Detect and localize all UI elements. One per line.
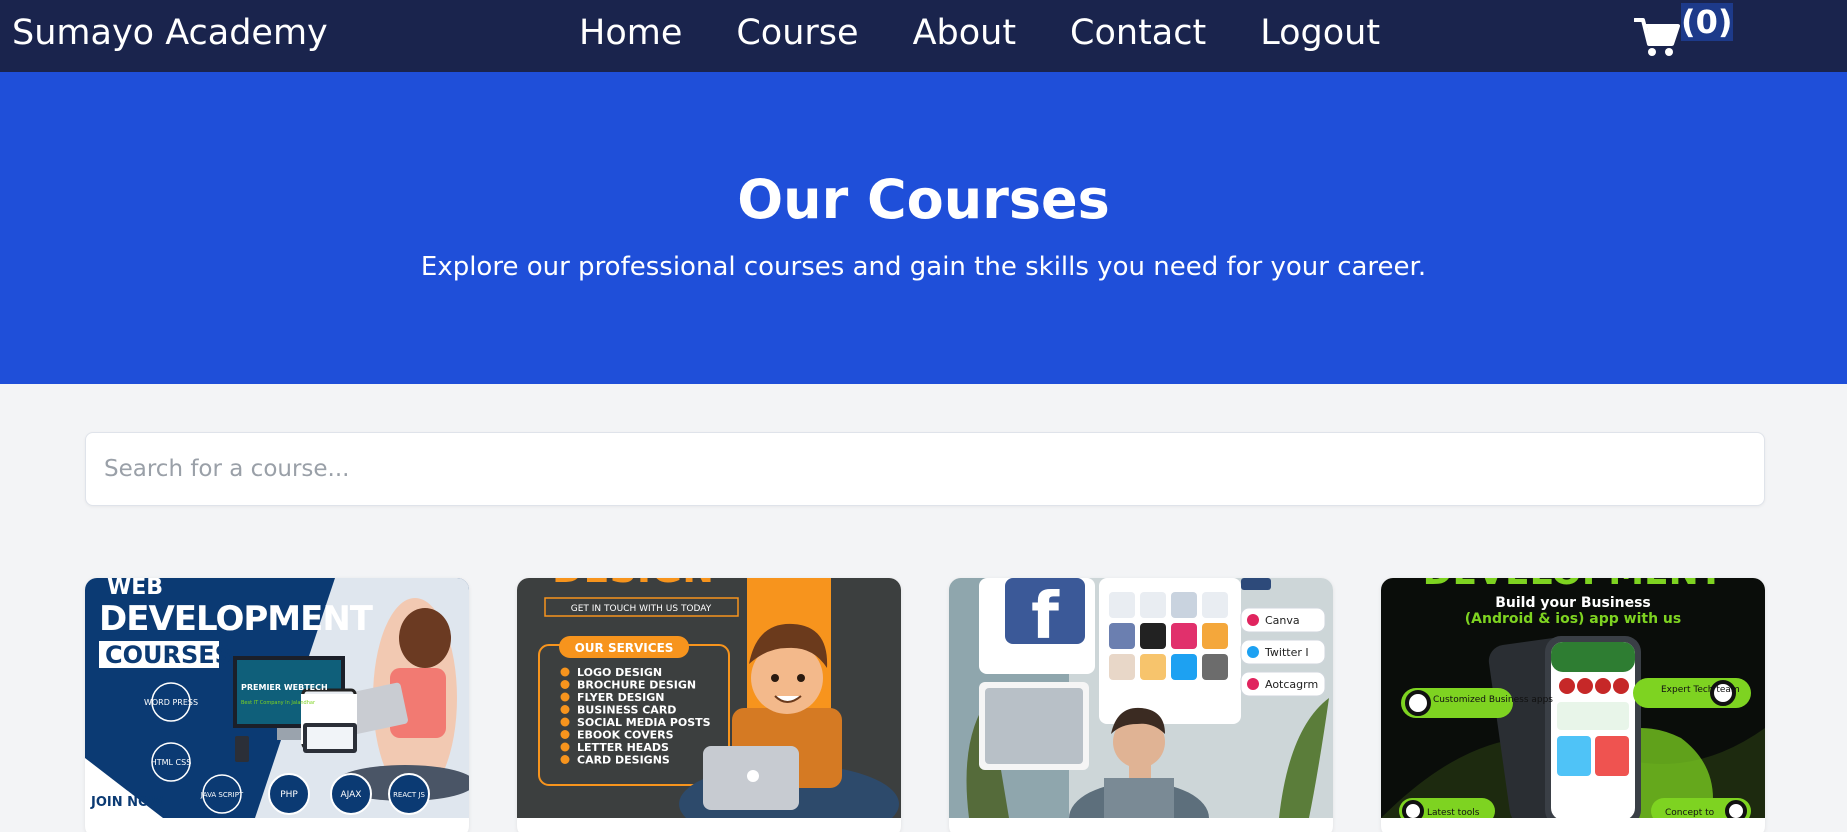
app-logo-icon [1247,614,1259,626]
app-pill-label: Canva [1265,614,1300,627]
course-image-social-media: f Canva Twitter I Aotcagrm [949,578,1333,818]
design-service-item: LOGO DESIGN [577,666,662,679]
main-nav: Home Course About Contact Logout [579,12,1380,54]
course-card-graphic-design[interactable]: DESIGN GET IN TOUCH WITH US TODAY OUR SE… [517,578,901,832]
design-course-services-title: OUR SERVICES [575,641,674,655]
web-course-badge-javascript: JAVA SCRIPT [200,791,244,799]
app-pill-label: Aotcagrm [1265,678,1318,691]
app-course-feature-right: Expert Tech team [1661,685,1740,695]
service-bullet-icon [560,705,570,714]
social-app-tile-icon [1202,654,1228,680]
nav-link-logout[interactable]: Logout [1260,12,1380,54]
svg-text:f: f [1031,580,1060,654]
service-bullet-icon [560,717,570,727]
social-app-tile-icon [1109,623,1135,649]
web-course-join: JOIN NOW [90,795,163,810]
nav-link-about[interactable]: About [913,12,1016,54]
design-service-item: LETTER HEADS [577,741,669,754]
social-app-tile-icon [1171,592,1197,618]
navbar: Sumayo Academy Home Course About Contact… [0,0,1847,72]
web-course-badge-ajax: AJAX [341,790,362,800]
web-course-line2: DEVELOPMENT [99,599,374,639]
design-service-item: BUSINESS CARD [577,704,676,717]
design-course-contact: GET IN TOUCH WITH US TODAY [571,604,712,614]
course-grid: WEB DEVELOPMENT COURSES PREMIER WEBTECH … [85,578,1765,832]
app-course-line2: (Android & ios) app with us [1465,611,1681,627]
web-course-line1: WEB [107,578,163,600]
course-image-web-development: WEB DEVELOPMENT COURSES PREMIER WEBTECH … [85,578,469,818]
page-subtitle: Explore our professional courses and gai… [420,252,1427,282]
social-app-tile-icon [1109,654,1135,680]
brand-logo-text[interactable]: Sumayo Academy [12,12,328,54]
social-app-tile-icon [1171,654,1197,680]
social-app-tile-icon [1140,623,1166,649]
web-course-brand: PREMIER WEBTECH [241,683,328,692]
app-course-header: DEVELOPMENT [1423,578,1724,593]
page-title: Our Courses [737,168,1110,231]
course-card-social-media[interactable]: f Canva Twitter I Aotcagrm [949,578,1333,832]
shopping-cart-icon[interactable] [1634,16,1680,58]
design-service-item: CARD DESIGNS [577,754,670,767]
service-bullet-icon [560,667,570,677]
design-course-header: DESIGN [552,578,714,591]
service-bullet-icon [560,692,570,702]
design-service-item: FLYER DESIGN [577,691,664,704]
social-app-tile-icon [1171,623,1197,649]
course-search-input[interactable] [85,432,1765,506]
web-course-line3: COURSES [105,641,232,669]
app-logo-icon [1247,646,1259,658]
web-course-badge-reactjs: REACT JS [393,791,425,799]
app-course-line1: Build your Business [1495,595,1651,611]
app-logo-icon [1247,678,1259,690]
app-pill-label: Twitter I [1264,646,1309,659]
nav-link-home[interactable]: Home [579,12,682,54]
web-course-badge-php: PHP [280,790,298,800]
social-app-tile-icon [1202,623,1228,649]
course-card-web-development[interactable]: WEB DEVELOPMENT COURSES PREMIER WEBTECH … [85,578,469,832]
app-course-bottom-left: Latest tools [1427,808,1480,818]
social-app-tile-icon [1202,592,1228,618]
social-app-tile-icon [1140,654,1166,680]
design-service-item: EBOOK COVERS [577,729,674,742]
app-course-feature-left: Customized Business apps [1433,695,1553,705]
cart-count-badge: (0) [1681,3,1733,41]
service-bullet-icon [560,755,570,764]
service-bullet-icon [560,742,570,752]
design-service-item: BROCHURE DESIGN [577,679,696,692]
app-course-bottom-right: Concept to [1665,808,1715,818]
nav-link-course[interactable]: Course [736,12,858,54]
course-image-app-development: DEVELOPMENT Build your Business (Android… [1381,578,1765,818]
web-course-tagline: Best IT Company In Jalandhar [241,700,316,706]
social-app-tile-icon [1109,592,1135,618]
web-course-badge-htmlcss: HTML CSS [151,758,192,767]
service-bullet-icon [560,680,570,689]
social-app-tile-icon [1140,592,1166,618]
service-bullet-icon [560,730,570,739]
nav-link-contact[interactable]: Contact [1070,12,1206,54]
course-image-graphic-design: DESIGN GET IN TOUCH WITH US TODAY OUR SE… [517,578,901,818]
hero-banner: Our Courses Explore our professional cou… [0,72,1847,384]
course-card-app-development[interactable]: DEVELOPMENT Build your Business (Android… [1381,578,1765,832]
web-course-badge-wordpress: WORD PRESS [144,698,198,707]
design-service-item: SOCIAL MEDIA POSTS [577,716,711,729]
